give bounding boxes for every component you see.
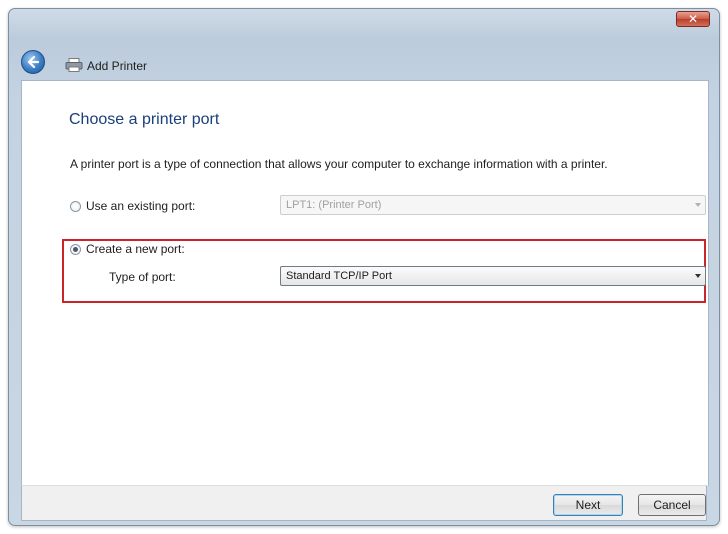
window-title: Add Printer: [87, 59, 148, 73]
printer-icon: [65, 58, 83, 72]
type-of-port-select-value: Standard TCP/IP Port: [286, 270, 392, 282]
add-printer-window: ✕ Add Printer Choose a printer port A pr…: [8, 8, 720, 526]
wizard-footer: Next Cancel: [21, 485, 707, 521]
type-of-port-label: Type of port:: [109, 270, 176, 284]
chevron-down-icon: [695, 274, 701, 278]
page-heading: Choose a printer port: [69, 111, 220, 128]
type-of-port-select[interactable]: Standard TCP/IP Port: [280, 266, 706, 286]
existing-port-select-value: LPT1: (Printer Port): [286, 199, 382, 211]
wizard-content: Choose a printer port A printer port is …: [21, 80, 709, 486]
existing-port-label[interactable]: Use an existing port:: [86, 199, 195, 213]
chevron-down-icon: [695, 203, 701, 207]
existing-port-radio[interactable]: [70, 201, 81, 212]
page-description: A printer port is a type of connection t…: [70, 157, 608, 171]
back-button[interactable]: [21, 50, 45, 74]
existing-port-select[interactable]: LPT1: (Printer Port): [280, 195, 706, 215]
close-button[interactable]: ✕: [676, 11, 710, 27]
create-new-port-label[interactable]: Create a new port:: [86, 242, 185, 256]
create-new-port-radio[interactable]: [70, 244, 81, 255]
back-arrow-icon: [27, 55, 40, 69]
next-button[interactable]: Next: [553, 494, 623, 516]
cancel-button[interactable]: Cancel: [638, 494, 706, 516]
